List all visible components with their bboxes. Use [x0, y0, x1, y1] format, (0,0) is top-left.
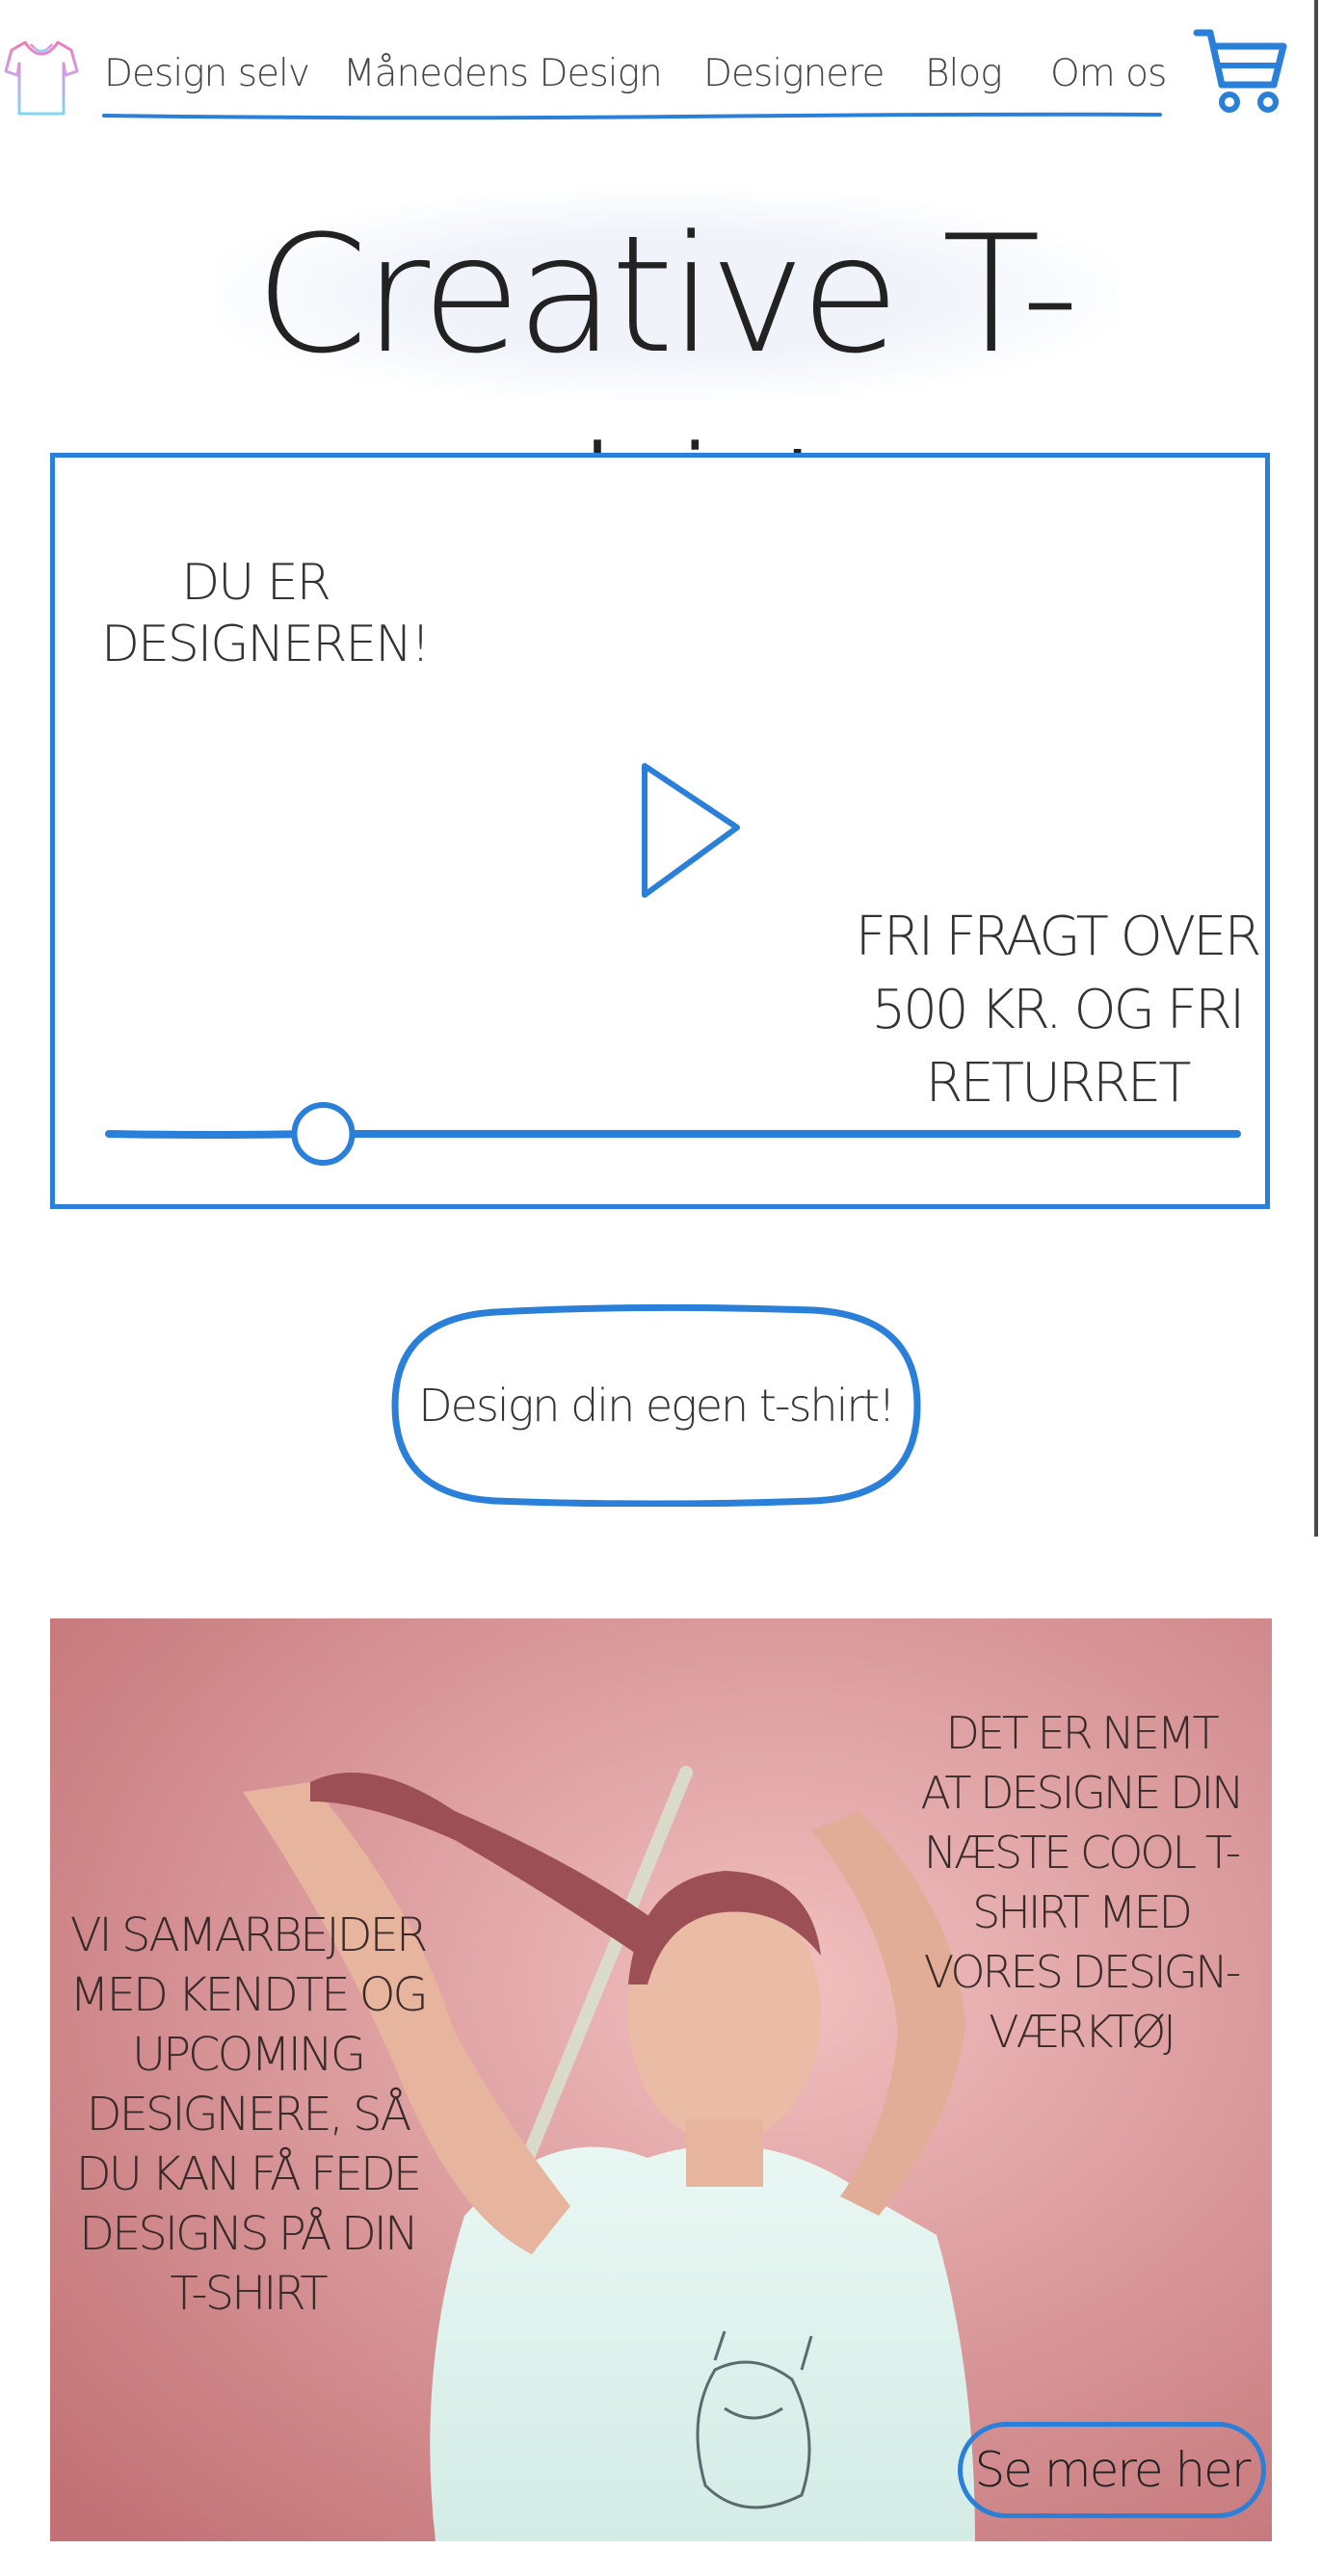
see-more-button[interactable]: Se mere her: [958, 2422, 1266, 2518]
nav-menu: Design selv Månedens Design Designere Bl…: [104, 39, 1174, 108]
nav-item-om-os[interactable]: Om os: [1050, 52, 1167, 95]
tshirt-icon[interactable]: [4, 37, 79, 119]
nav-item-designere[interactable]: Designere: [703, 52, 885, 95]
nav-item-maanedens-design[interactable]: Månedens Design: [343, 52, 663, 95]
video-caption-bottom: FRI FRAGT OVER 500 KR. OG FRI RETURRET: [855, 906, 1262, 1115]
photo-text-left: VI SAMARBEJDER MED KENDTE OG UPCOMING DE…: [69, 1908, 429, 2321]
photo-text-right: DET ER NEMT AT DESIGNE DIN NÆSTE COOL T-…: [920, 1707, 1244, 2058]
top-navigation: Design selv Månedens Design Designere Bl…: [0, 0, 1321, 135]
video-player[interactable]: DU ER DESIGNEREN! FRI FRAGT OVER 500 KR.…: [50, 453, 1270, 1209]
scrollbar-edge: [1314, 0, 1318, 1537]
promo-photo: VI SAMARBEJDER MED KENDTE OG UPCOMING DE…: [50, 1618, 1272, 2541]
slider-handle[interactable]: [291, 1102, 356, 1166]
play-icon[interactable]: [639, 760, 745, 905]
page: Design selv Månedens Design Designere Bl…: [0, 0, 1321, 2576]
nav-item-blog[interactable]: Blog: [925, 52, 1003, 95]
video-caption-top: DU ER DESIGNEREN!: [101, 554, 431, 673]
cta-label: Design din egen t-shirt!: [418, 1380, 896, 1432]
page-title: Creative T-shirt: [212, 189, 1118, 601]
nav-item-design-selv[interactable]: Design selv: [104, 52, 310, 95]
cart-icon[interactable]: [1193, 23, 1289, 119]
nav-underline: [102, 112, 1162, 120]
design-cta-button[interactable]: Design din egen t-shirt!: [389, 1304, 923, 1507]
video-progress-slider[interactable]: [105, 1093, 1242, 1170]
see-more-label: Se mere her: [974, 2442, 1252, 2498]
